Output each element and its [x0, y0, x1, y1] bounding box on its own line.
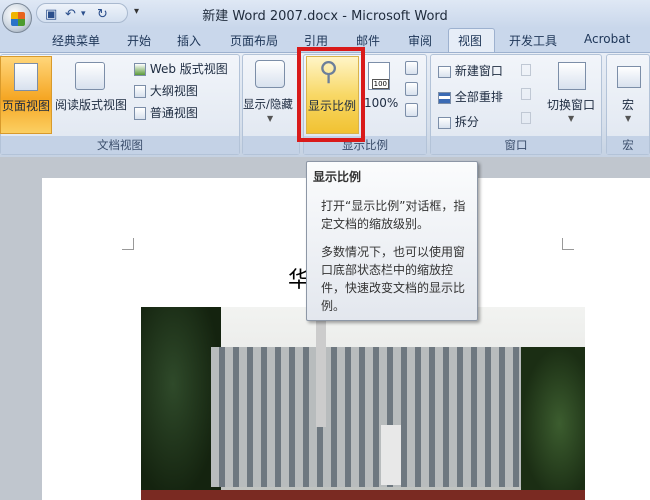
tab-home[interactable]: 开始: [127, 32, 151, 49]
view-side-by-side-icon[interactable]: [521, 64, 531, 76]
split-button[interactable]: 拆分: [438, 113, 479, 130]
redo-icon[interactable]: ↻: [97, 7, 108, 22]
tree-left: [141, 307, 221, 500]
tab-page-layout[interactable]: 页面布局: [230, 32, 278, 49]
arrange-all-button[interactable]: 全部重排: [438, 88, 503, 105]
book-icon: [75, 62, 105, 90]
customize-qat-button[interactable]: ▾: [134, 6, 139, 17]
show-hide-icon: [255, 60, 285, 88]
two-pages-icon[interactable]: [405, 82, 418, 96]
flagpole: [316, 317, 326, 427]
arrange-all-icon: [438, 91, 451, 104]
tab-classic-menu[interactable]: 经典菜单: [52, 32, 100, 49]
campus-photo: [141, 307, 585, 500]
group-label: 宏: [607, 136, 649, 154]
macros-icon: [617, 66, 641, 88]
page-view-label: 页面视图: [2, 99, 51, 113]
tab-insert[interactable]: 插入: [177, 32, 201, 49]
office-button[interactable]: [2, 3, 32, 33]
red-wall: [141, 490, 585, 500]
tab-view[interactable]: 视图: [458, 32, 482, 49]
zoom-tooltip: 显示比例 打开“显示比例”对话框，指定文档的缩放级别。 多数情况下，也可以使用窗…: [306, 161, 478, 321]
margin-mark: [122, 238, 134, 250]
show-hide-label: 显示/隐藏: [243, 97, 293, 111]
outline-view-button[interactable]: 大纲视图: [134, 82, 198, 99]
quick-access-toolbar: ▣ ↶ ▾ ↻: [36, 3, 128, 23]
hundred-percent-button[interactable]: 100 100%: [362, 56, 398, 134]
arrange-all-label: 全部重排: [454, 90, 503, 104]
group-label: 文档视图: [1, 136, 239, 154]
save-icon[interactable]: ▣: [45, 7, 57, 22]
draft-view-label: 普通视图: [149, 106, 198, 120]
chevron-down-icon: ▼: [625, 114, 632, 123]
page-100-icon-text: 100: [371, 79, 389, 89]
switch-windows-icon: [558, 62, 586, 90]
page-100-icon: 100: [368, 62, 390, 90]
reset-window-position-icon[interactable]: [521, 112, 531, 124]
new-window-icon: [438, 65, 451, 78]
outline-icon: [134, 85, 146, 98]
group-label: [243, 136, 299, 154]
web-icon: [134, 63, 146, 76]
undo-dropdown-icon[interactable]: ▾: [81, 9, 86, 19]
tab-developer[interactable]: 开发工具: [509, 32, 557, 49]
split-icon: [438, 116, 451, 129]
office-logo-icon: [11, 12, 25, 26]
new-window-button[interactable]: 新建窗口: [438, 62, 503, 79]
macros-button[interactable]: 宏 ▼: [610, 56, 648, 134]
web-view-label: Web 版式视图: [149, 62, 228, 76]
split-label: 拆分: [454, 115, 479, 129]
tooltip-title: 显示比例: [313, 170, 362, 184]
tooltip-paragraph: 多数情况下，也可以使用窗口底部状态栏中的缩放控件，快速改变文档的显示比例。: [321, 245, 466, 313]
draft-view-button[interactable]: 普通视图: [134, 104, 198, 121]
hundred-label: 100%: [364, 96, 399, 110]
reading-view-button[interactable]: 阅读版式视图: [53, 56, 128, 134]
outline-view-label: 大纲视图: [149, 84, 198, 98]
tree-right: [521, 347, 585, 500]
switch-windows-button[interactable]: 切换窗口 ▼: [546, 56, 598, 134]
statue: [381, 425, 401, 485]
building: [211, 347, 521, 487]
tab-review[interactable]: 审阅: [408, 32, 432, 49]
switch-windows-label: 切换窗口: [547, 98, 596, 112]
reading-view-label: 阅读版式视图: [55, 98, 128, 112]
page-view-button[interactable]: 页面视图: [0, 56, 52, 134]
margin-mark: [562, 238, 574, 250]
page-view-icon: [14, 63, 38, 91]
tooltip-paragraph: 打开“显示比例”对话框，指定文档的缩放级别。: [321, 199, 466, 231]
one-page-icon[interactable]: [405, 61, 418, 75]
tab-acrobat[interactable]: Acrobat: [584, 32, 630, 46]
undo-icon[interactable]: ↶: [65, 7, 76, 22]
chevron-down-icon: ▼: [568, 114, 575, 123]
page-width-icon[interactable]: [405, 103, 418, 117]
sync-scroll-icon[interactable]: [521, 88, 531, 100]
macros-label: 宏: [622, 98, 635, 112]
highlight-annotation: [297, 47, 365, 142]
group-label: 窗口: [431, 136, 601, 154]
new-window-label: 新建窗口: [454, 64, 503, 78]
web-view-button[interactable]: Web 版式视图: [134, 60, 228, 77]
chevron-down-icon: ▼: [267, 114, 274, 123]
show-hide-button[interactable]: 显示/隐藏 ▼: [243, 56, 299, 134]
draft-icon: [134, 107, 146, 120]
